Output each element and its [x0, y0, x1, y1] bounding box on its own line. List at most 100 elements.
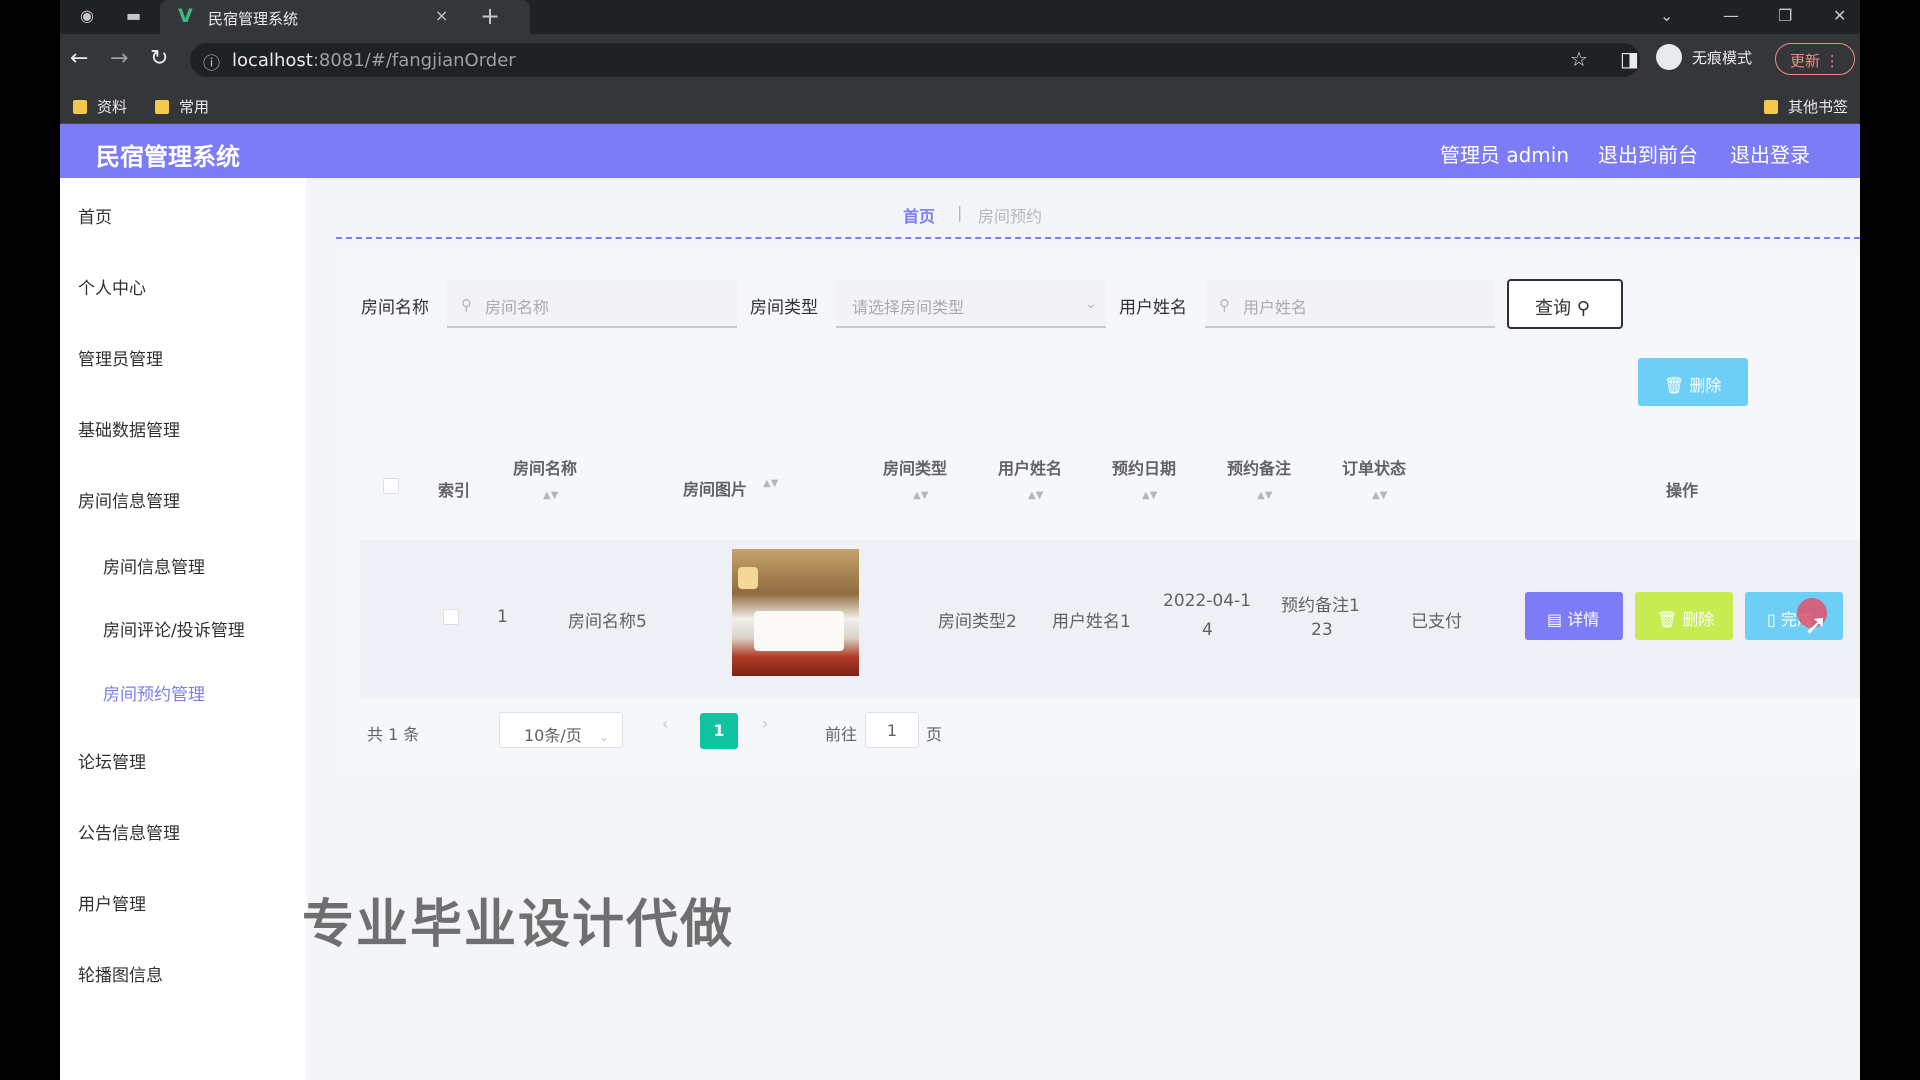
new-tab-icon[interactable]: +	[480, 2, 500, 30]
room-type-label: 房间类型	[750, 298, 818, 318]
page-number-current[interactable]: 1	[700, 713, 738, 749]
cell-order-status: 已支付	[1411, 612, 1462, 632]
th-order-status[interactable]: 订单状态	[1342, 455, 1406, 479]
back-to-frontend-link[interactable]: 退出到前台	[1598, 139, 1698, 168]
sidebar-item-notices[interactable]: 公告信息管理	[78, 819, 180, 844]
goto-label: 前往	[825, 725, 858, 744]
window-close-icon[interactable]: ✕	[1833, 6, 1846, 25]
admin-user-link[interactable]: 管理员 admin	[1440, 139, 1569, 168]
reload-icon[interactable]: ↻	[150, 46, 168, 71]
sort-icon[interactable]: ▲▼	[543, 490, 558, 501]
sidebar-item-forum[interactable]: 论坛管理	[78, 748, 146, 773]
th-booking-date[interactable]: 预约日期	[1112, 455, 1176, 479]
app-header: 民宿管理系统 管理员 admin 退出到前台 退出登录	[60, 124, 1860, 178]
update-button[interactable]: 更新 ⋮	[1775, 43, 1855, 75]
sidebar-subitem-room-reviews[interactable]: 房间评论/投诉管理	[103, 616, 245, 641]
room-type-select[interactable]: 请选择房间类型	[836, 280, 1106, 328]
sidebar-subitem-room-info[interactable]: 房间信息管理	[103, 553, 205, 578]
sort-icon[interactable]: ▲▼	[1028, 490, 1043, 501]
breadcrumb-current: 房间预约	[978, 207, 1043, 226]
folder-icon	[155, 100, 169, 114]
page-size-label: 10条/页	[524, 726, 582, 745]
query-button[interactable]: 查询 ⚲	[1507, 279, 1623, 329]
tab-search-icon[interactable]: ⌄	[1660, 6, 1673, 25]
batch-delete-button[interactable]: 🗑 删除	[1638, 358, 1748, 406]
cell-index: 1	[497, 607, 508, 627]
globe-icon[interactable]: ◉	[80, 6, 94, 25]
sort-icon[interactable]: ▲▼	[1257, 490, 1272, 501]
user-name-input[interactable]: 用户姓名	[1205, 280, 1495, 328]
room-lamp	[738, 567, 758, 589]
url-text: localhost:8081/#/fangjianOrder	[232, 50, 516, 71]
folder-icon	[73, 100, 87, 114]
page-size-select[interactable]: 10条/页 ⌄	[499, 712, 623, 748]
goto-page-input[interactable]: 1	[865, 712, 919, 748]
room-name-input[interactable]: 房间名称	[447, 280, 737, 328]
search-icon: ⚲	[1219, 296, 1230, 314]
sidebar-item-rooms[interactable]: 房间信息管理	[78, 487, 180, 512]
folder-icon	[1764, 100, 1778, 114]
cell-booking-date-line2: 4	[1202, 620, 1213, 640]
search-icon: ⚲	[1576, 298, 1590, 319]
sidebar-item-admins[interactable]: 管理员管理	[78, 345, 163, 370]
sidebar-item-profile[interactable]: 个人中心	[78, 274, 146, 299]
complete-button[interactable]: ▯ 完成	[1745, 592, 1843, 640]
sidebar-subitem-room-bookings[interactable]: 房间预约管理	[103, 680, 205, 705]
th-room-name[interactable]: 房间名称	[513, 455, 577, 479]
room-name-label: 房间名称	[361, 298, 429, 318]
document-icon: ▤	[1547, 610, 1563, 629]
batch-delete-label: 删除	[1689, 376, 1722, 395]
th-room-image[interactable]: 房间图片	[683, 476, 747, 500]
bookmark-star-icon[interactable]: ☆	[1570, 47, 1588, 71]
breadcrumb-divider	[336, 237, 1860, 239]
cell-booking-note-line2: 23	[1311, 620, 1333, 640]
incognito-label: 无痕模式	[1692, 49, 1753, 67]
row-delete-button[interactable]: 🗑 删除	[1635, 592, 1733, 640]
sidepanel-icon[interactable]: ◨	[1620, 47, 1639, 71]
bookmark-folder[interactable]: 常用	[155, 96, 209, 117]
logout-link[interactable]: 退出登录	[1730, 139, 1810, 168]
sort-icon[interactable]: ▲▼	[1372, 490, 1387, 501]
room-image	[732, 549, 859, 676]
prev-page-icon[interactable]: ‹	[662, 714, 668, 733]
sidebar-item-home[interactable]: 首页	[78, 203, 112, 228]
mouse-cursor-icon: ➚	[1804, 608, 1828, 641]
site-info-icon[interactable]: ⓘ	[203, 49, 220, 74]
row-checkbox[interactable]	[443, 609, 459, 625]
user-name-label: 用户姓名	[1119, 298, 1187, 318]
chevron-down-icon: ⌄	[598, 730, 609, 744]
sidebar-item-users[interactable]: 用户管理	[78, 890, 146, 915]
sort-icon[interactable]: ▲▼	[913, 490, 928, 501]
forward-icon[interactable]: →	[110, 46, 128, 71]
window-icon[interactable]: ▬	[126, 6, 141, 25]
tab-close-icon[interactable]: ×	[435, 6, 448, 25]
detail-label: 详情	[1567, 610, 1600, 629]
other-bookmarks[interactable]: 其他书签	[1764, 96, 1848, 117]
trash-icon: 🗑	[1664, 376, 1685, 395]
th-room-type[interactable]: 房间类型	[883, 455, 947, 479]
breadcrumb-home[interactable]: 首页	[903, 203, 935, 227]
next-page-icon[interactable]: ›	[762, 714, 768, 733]
sidebar-item-basic-data[interactable]: 基础数据管理	[78, 416, 180, 441]
back-icon[interactable]: ←	[70, 46, 88, 71]
address-bar: ← → ↻ ⓘ localhost:8081/#/fangjianOrder ☆…	[60, 34, 1860, 86]
cell-room-type: 房间类型2	[938, 612, 1017, 632]
browser-window: ◉ ▬ V 民宿管理系统 × + ⌄ — ❐ ✕ ← → ↻ ⓘ localho…	[60, 0, 1860, 1080]
bookmarks-bar: 资料 常用 其他书签	[60, 86, 1860, 124]
th-booking-note[interactable]: 预约备注	[1227, 455, 1291, 479]
restore-icon[interactable]: ❐	[1778, 6, 1792, 25]
sort-icon[interactable]: ▲▼	[763, 478, 778, 489]
total-count: 共 1 条	[367, 725, 420, 744]
select-all-checkbox[interactable]	[383, 478, 399, 494]
detail-button[interactable]: ▤ 详情	[1525, 592, 1623, 640]
minimize-icon[interactable]: —	[1723, 6, 1739, 25]
bookmark-folder[interactable]: 资料	[73, 96, 127, 117]
app-title: 民宿管理系统	[96, 143, 240, 171]
sort-icon[interactable]: ▲▼	[1142, 490, 1157, 501]
sidebar-item-carousel[interactable]: 轮播图信息	[78, 961, 163, 986]
cell-booking-note-line1: 预约备注1	[1281, 596, 1360, 616]
tab-title: 民宿管理系统	[208, 10, 299, 28]
query-label: 查询	[1535, 298, 1571, 319]
cell-room-name: 房间名称5	[568, 612, 647, 632]
th-user-name[interactable]: 用户姓名	[998, 455, 1062, 479]
